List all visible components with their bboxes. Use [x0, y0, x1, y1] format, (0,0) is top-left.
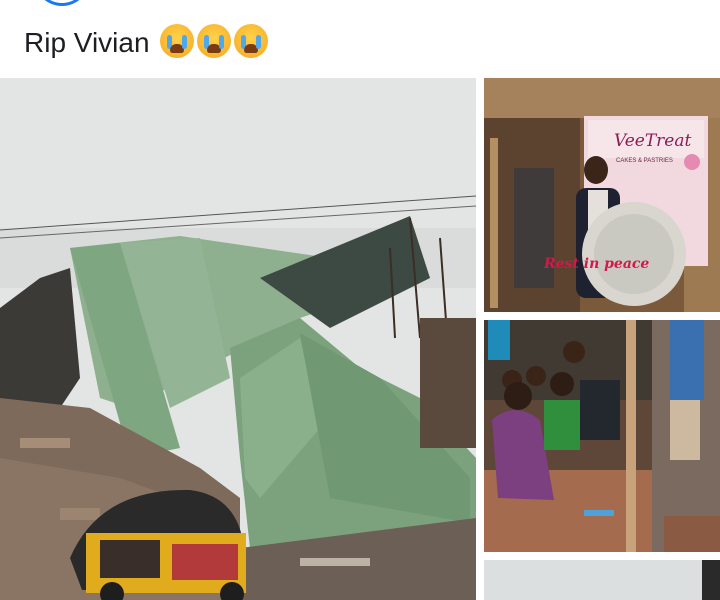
post-header: Rip Vivian: [0, 0, 720, 78]
banner-tagline: CAKES & PASTRIES: [616, 158, 673, 164]
avatar[interactable]: [34, 0, 90, 6]
crying-face-icon: [234, 24, 269, 58]
caption-text: Rip Vivian: [24, 27, 150, 58]
crying-face-icon: [160, 24, 195, 58]
photo-mourners[interactable]: [484, 320, 720, 552]
crying-face-icon: [197, 24, 232, 58]
photo-partial[interactable]: [484, 560, 720, 600]
banner-brand: VeeTreat: [614, 131, 691, 151]
wreath-text: Rest in peace: [543, 256, 649, 272]
post-caption: Rip Vivian: [24, 24, 269, 62]
photo-collapsed-building[interactable]: [0, 78, 476, 600]
photo-banner-portrait[interactable]: VeeTreat CAKES & PASTRIES Rest in peace: [484, 78, 720, 312]
photo-gallery: VeeTreat CAKES & PASTRIES Rest in peace: [0, 78, 720, 600]
